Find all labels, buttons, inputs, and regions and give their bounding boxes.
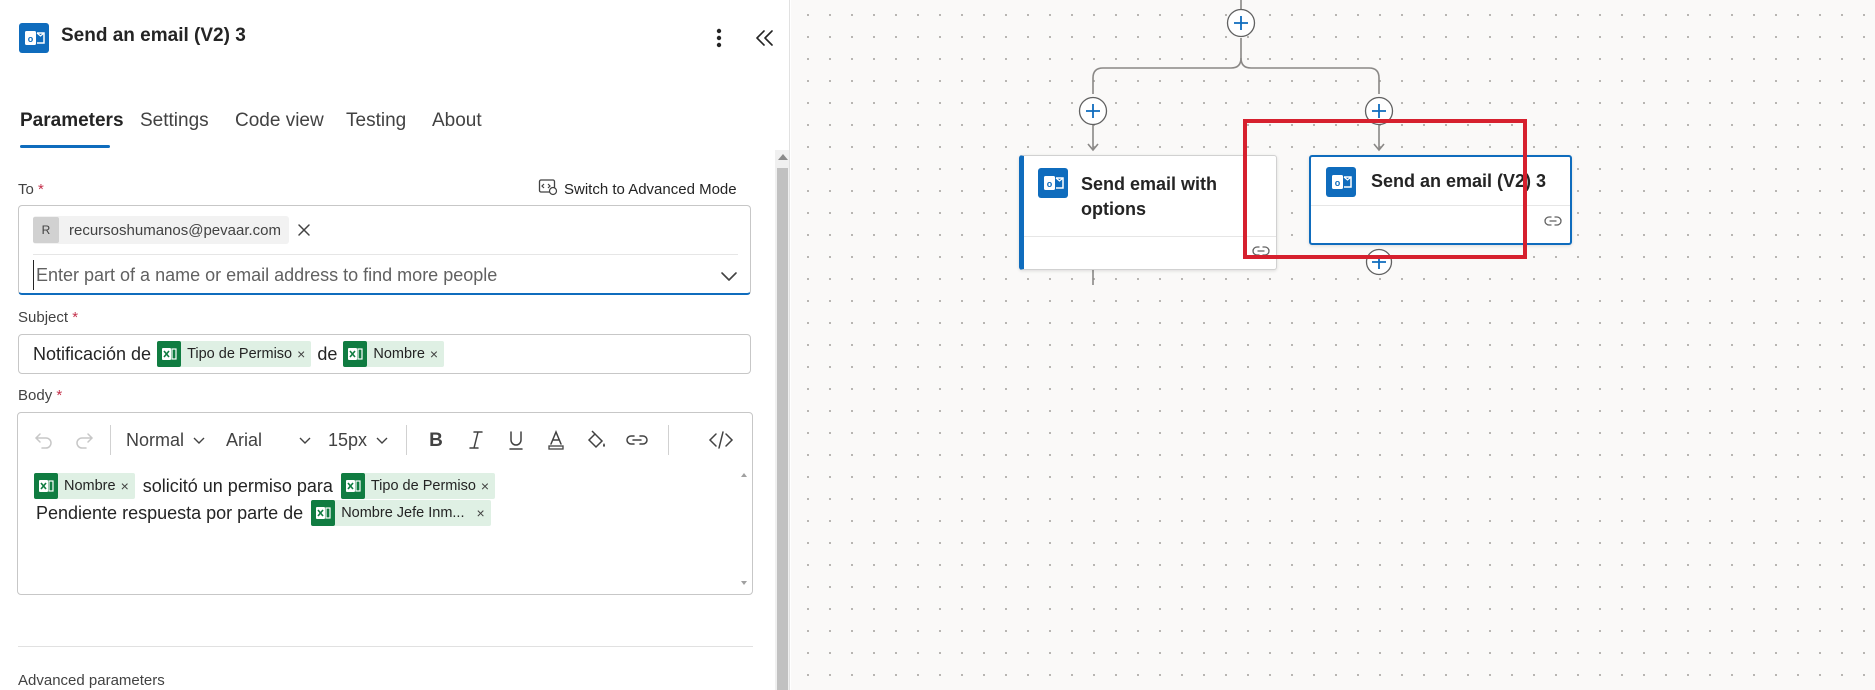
remove-token-button[interactable]: × (121, 478, 129, 494)
advanced-mode-icon (538, 178, 558, 200)
excel-icon (343, 341, 368, 367)
switch-advanced-mode-label: Switch to Advanced Mode (564, 180, 737, 198)
dynamic-token[interactable]: Nombre Jefe Inm... × (311, 500, 491, 526)
svg-text:o: o (1047, 179, 1053, 189)
toolbar-divider (406, 425, 407, 455)
body-text: Pendiente respuesta por parte de (36, 502, 304, 523)
panel-scrollbar[interactable] (775, 150, 789, 690)
toolbar-divider (668, 425, 669, 455)
token-label: Tipo de Permiso (187, 346, 293, 362)
tab-about[interactable]: About (432, 110, 482, 132)
card-title: Send email with options (1081, 174, 1218, 219)
body-editor[interactable]: Normal Arial 15px B Nombre × solicitó un… (17, 412, 753, 595)
font-size-value: 15px (328, 429, 368, 450)
token-label: Nombre Jefe Inm... (341, 505, 465, 521)
chevron-down-icon (299, 437, 311, 444)
active-tab-indicator (20, 145, 110, 148)
subject-label: Subject * (18, 309, 79, 326)
bold-icon[interactable]: B (424, 423, 448, 457)
excel-icon (311, 500, 336, 526)
link-icon[interactable] (624, 423, 650, 457)
collapse-panel-icon[interactable] (752, 24, 778, 52)
tab-settings[interactable]: Settings (140, 110, 209, 132)
panel-title: Send an email (V2) 3 (61, 25, 246, 46)
close-icon[interactable] (291, 217, 317, 243)
paragraph-style-value: Normal (126, 429, 185, 450)
subject-text: de (317, 343, 338, 364)
chevron-down-icon (376, 437, 388, 444)
underline-icon[interactable] (504, 423, 528, 457)
divider (1024, 236, 1276, 237)
to-label: To * (18, 181, 44, 198)
subject-text: Notificación de (33, 343, 152, 364)
excel-icon (157, 341, 182, 367)
remove-token-button[interactable]: × (430, 346, 438, 362)
editor-scrollbar[interactable] (738, 467, 750, 591)
add-step-icon[interactable] (1226, 8, 1256, 38)
body-line: Pendiente respuesta por parte de Nombre … (36, 500, 491, 526)
to-field[interactable]: R recursoshumanos@pevaar.com (18, 205, 751, 295)
highlight-icon[interactable] (584, 423, 608, 457)
switch-advanced-mode-button[interactable]: Switch to Advanced Mode (538, 178, 737, 200)
dynamic-token[interactable]: Tipo de Permiso × (157, 341, 312, 367)
remove-token-button[interactable]: × (481, 478, 489, 494)
italic-icon[interactable] (464, 423, 488, 457)
avatar: R (33, 217, 59, 243)
excel-icon (340, 473, 365, 499)
flow-connectors (1087, 0, 1385, 285)
people-search-input[interactable] (33, 260, 713, 290)
subject-field[interactable]: Notificación de Tipo de Permiso × de Nom… (18, 334, 751, 374)
link-chain-icon (1544, 214, 1562, 233)
action-details-panel: o Send an email (V2) 3 Parameters Settin… (0, 0, 790, 690)
token-label: Nombre (64, 478, 116, 494)
toolbar-divider (110, 425, 111, 455)
token-label: Nombre (373, 346, 425, 362)
redo-icon[interactable] (72, 423, 96, 457)
svg-text:B: B (429, 430, 443, 451)
divider (18, 646, 753, 647)
code-view-icon[interactable] (708, 423, 734, 457)
outlook-icon: o (1038, 168, 1068, 198)
tab-code-view[interactable]: Code view (235, 110, 324, 132)
chevron-down-icon[interactable] (719, 266, 739, 286)
tab-testing[interactable]: Testing (346, 110, 406, 132)
paragraph-style-select[interactable]: Normal (126, 423, 206, 457)
remove-token-button[interactable]: × (476, 505, 484, 521)
font-color-icon[interactable] (544, 423, 568, 457)
svg-text:o: o (28, 34, 34, 44)
scrollbar-thumb[interactable] (777, 168, 788, 690)
divider (33, 254, 738, 255)
body-label: Body * (18, 387, 63, 404)
more-vertical-icon[interactable] (708, 24, 730, 52)
dynamic-token[interactable]: Nombre × (34, 473, 135, 499)
font-size-select[interactable]: 15px (328, 423, 389, 457)
add-step-icon[interactable] (1078, 96, 1108, 126)
flow-step-card[interactable]: o Send email with options (1019, 155, 1277, 270)
recipient-chip[interactable]: R recursoshumanos@pevaar.com (33, 216, 289, 244)
outlook-icon: o (19, 23, 49, 53)
dynamic-token[interactable]: Tipo de Permiso × (340, 473, 496, 499)
chevron-down-icon (193, 437, 205, 444)
font-family-select[interactable]: Arial (226, 423, 312, 457)
body-content[interactable]: Nombre × solicitó un permiso para Tipo d… (18, 465, 728, 590)
scroll-up-icon[interactable] (778, 154, 788, 160)
advanced-parameters-label[interactable]: Advanced parameters (18, 672, 165, 689)
recipient-email: recursoshumanos@pevaar.com (69, 221, 281, 239)
undo-icon[interactable] (32, 423, 56, 457)
excel-icon (34, 473, 58, 499)
body-text: solicitó un permiso para (142, 475, 333, 496)
font-family-value: Arial (226, 429, 263, 450)
selection-highlight-box (1243, 119, 1527, 259)
dynamic-token[interactable]: Nombre × (343, 341, 445, 367)
body-line: Nombre × solicitó un permiso para Tipo d… (34, 473, 496, 499)
flow-canvas[interactable]: o Send email with options o Send an emai… (791, 0, 1875, 690)
remove-token-button[interactable]: × (297, 346, 305, 362)
token-label: Tipo de Permiso (370, 478, 476, 494)
tab-parameters[interactable]: Parameters (20, 110, 124, 132)
